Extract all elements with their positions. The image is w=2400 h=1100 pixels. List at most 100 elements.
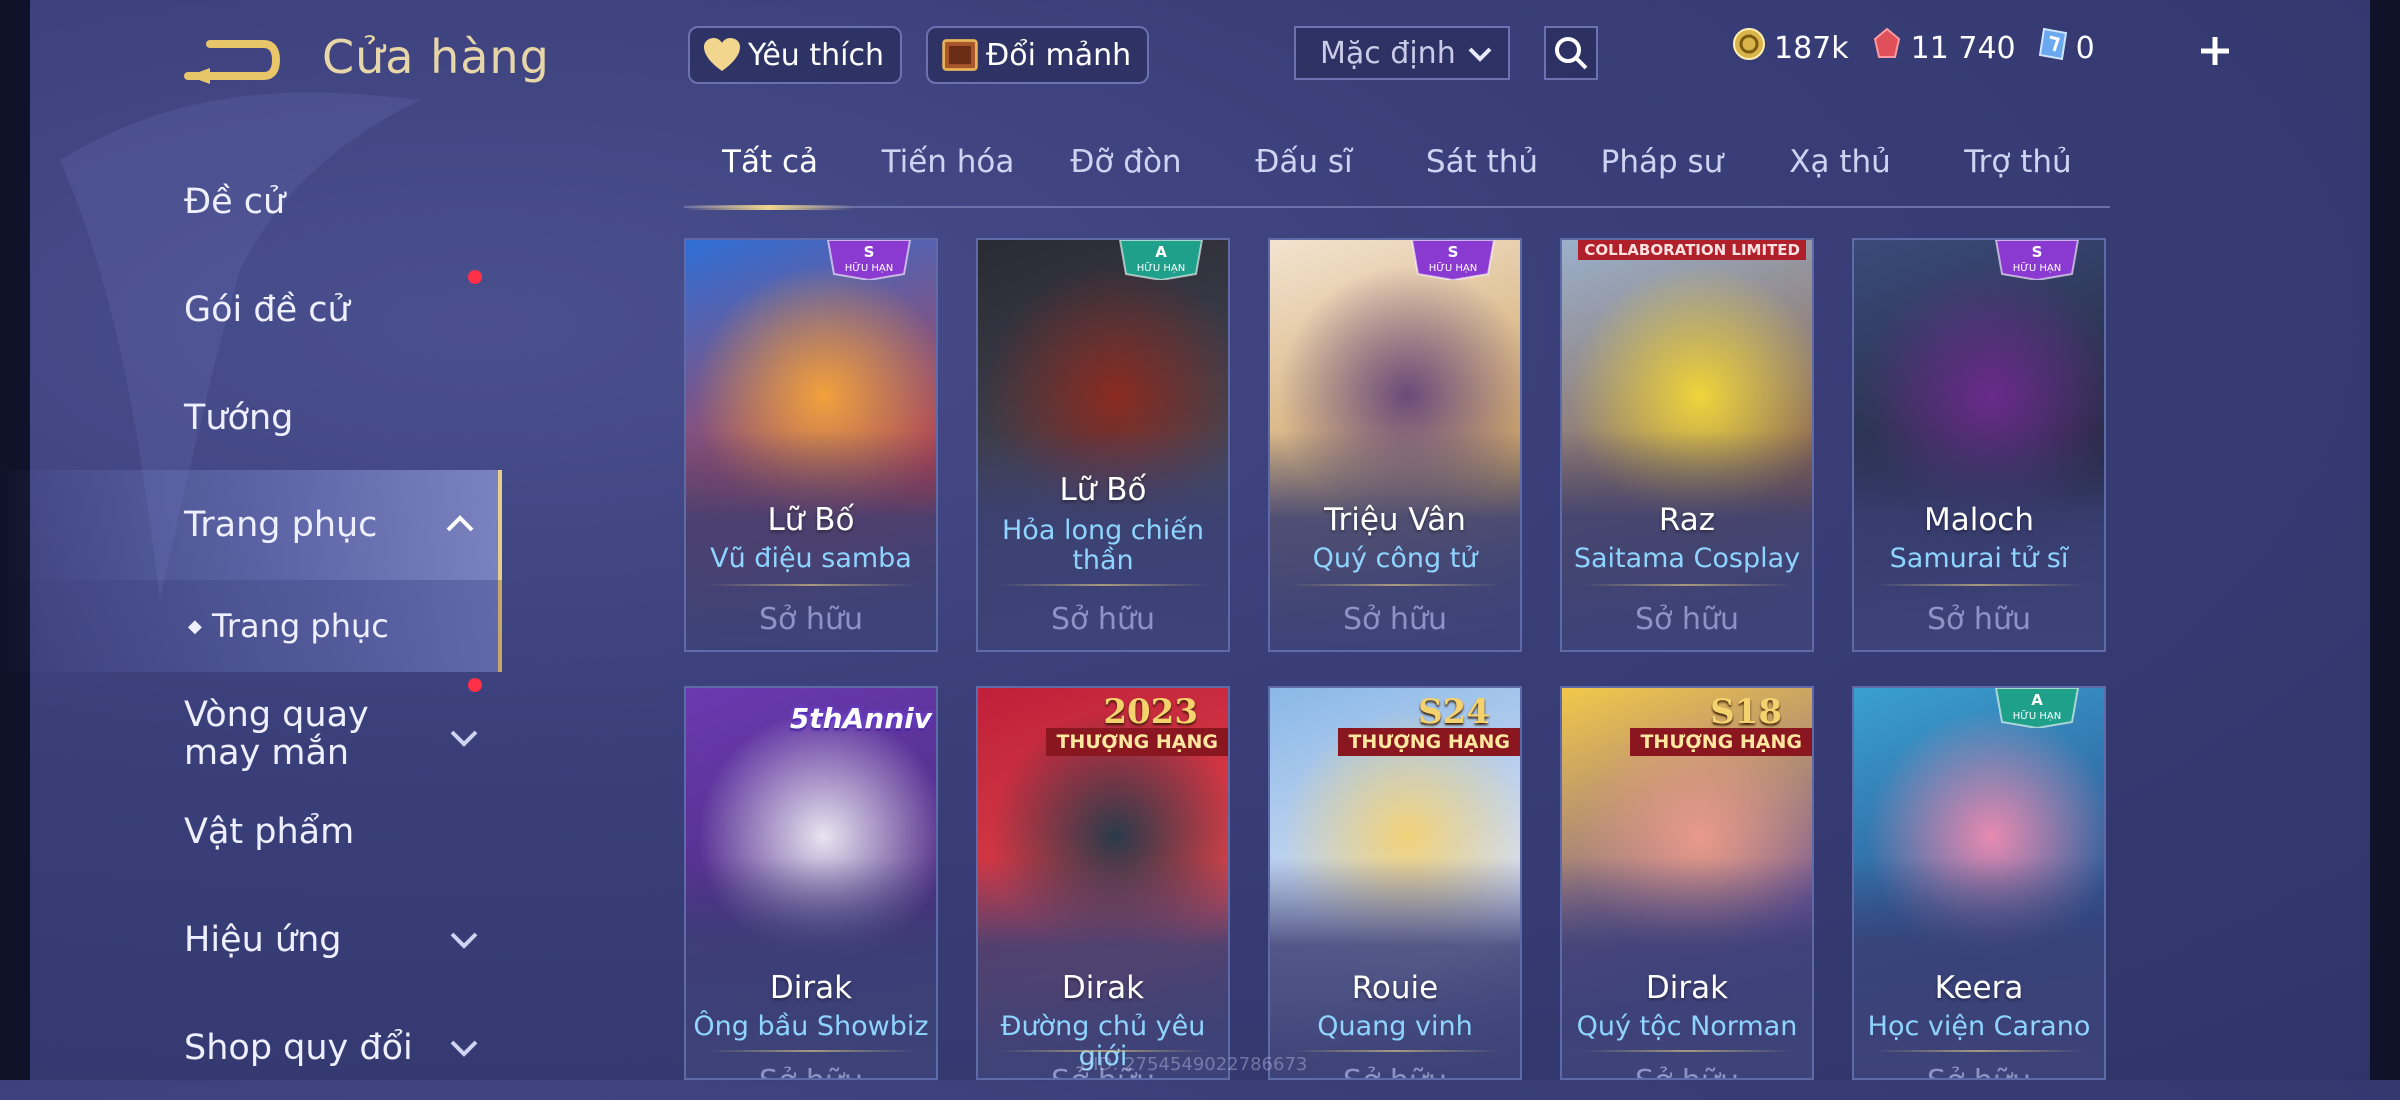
- sidebar-item-lucky-spin[interactable]: Vòng quay may mắn: [0, 674, 502, 794]
- hero-name: Dirak: [769, 970, 853, 1006]
- gold-value: 187k: [1774, 30, 1849, 66]
- page-title: Cửa hàng: [322, 30, 550, 84]
- sidebar-item-label: Vòng quay may mắn: [184, 695, 369, 773]
- tab-support[interactable]: Trợ thủ: [1964, 144, 2071, 180]
- rarity-badge-icon: AHỮU HẠN: [1118, 240, 1204, 280]
- voucher-icon: [2038, 27, 2068, 69]
- exchange-label: Đổi mảnh: [986, 37, 1132, 73]
- skin-card[interactable]: A HỮU HẠN Lữ Bố Hỏa long chiến thần Sở hữu: [976, 238, 1230, 652]
- card-divider: [1290, 584, 1500, 586]
- season-badge: S18: [1710, 692, 1782, 732]
- sidebar-item-label: Đề cử: [184, 182, 286, 222]
- heart-icon: [702, 35, 742, 75]
- rarity-badge-icon: SHỮU HẠN: [826, 240, 912, 280]
- sidebar-item-items[interactable]: Vật phẩm: [0, 780, 502, 884]
- back-button[interactable]: [180, 30, 281, 90]
- voucher-value: 0: [2075, 30, 2095, 66]
- skin-name: Samurai tử sĩ: [1889, 543, 2069, 574]
- skin-name: Quý tộc Norman: [1576, 1011, 1798, 1042]
- card-divider: [1874, 1050, 2084, 1052]
- rarity-badge-icon: SHỮU HẠN: [1410, 240, 1496, 280]
- sidebar-item-recommended[interactable]: Đề cử: [0, 150, 502, 254]
- rank-ribbon: THƯỢNG HẠNG: [1630, 728, 1812, 756]
- tab-marksman[interactable]: Xạ thủ: [1789, 144, 1891, 180]
- skin-name: Hỏa long chiến thần: [1002, 515, 1204, 576]
- sidebar-item-effects[interactable]: Hiệu ứng: [0, 888, 502, 992]
- hero-name: Rouie: [1351, 970, 1439, 1006]
- badge-rank: S: [864, 243, 875, 261]
- sidebar-item-heroes[interactable]: Tướng: [0, 366, 502, 470]
- hero-name: Raz: [1658, 502, 1716, 538]
- sidebar-item-skins[interactable]: Trang phục: [0, 470, 502, 580]
- skin-card[interactable]: S HỮU HẠN Triệu Vân Quý công tử Sở hữu: [1268, 238, 1522, 652]
- skin-card[interactable]: AHỮU HẠN Keera Học viện Carano Sở hữu: [1852, 686, 2106, 1080]
- notification-dot: [468, 678, 482, 692]
- card-gradient: [686, 858, 936, 1078]
- tab-all[interactable]: Tất cả: [722, 144, 818, 180]
- season-badge: 2023: [1103, 692, 1198, 732]
- sidebar-item-label: Vật phẩm: [184, 812, 355, 852]
- skin-name: Quý công tử: [1312, 543, 1478, 574]
- gold-coin-icon: [1732, 27, 1766, 69]
- rarity-badge-icon: AHỮU HẠN: [1994, 688, 2080, 728]
- card-divider: [1582, 584, 1792, 586]
- skin-card[interactable]: COLLABORATION LIMITED Raz Saitama Cosplay S…: [1560, 238, 1814, 652]
- badge-rank: A: [1155, 243, 1167, 261]
- hero-name: Lữ Bố: [767, 502, 855, 538]
- owned-status: Sở hữu: [1854, 1064, 2104, 1078]
- owned-status: Sở hữu: [1343, 602, 1447, 637]
- skin-name: Quang vinh: [1317, 1011, 1473, 1042]
- skin-card[interactable]: 2023THƯỢNG HẠNGDirakĐường chủ yêu giớiSở…: [976, 686, 1230, 1080]
- add-currency-button[interactable]: [2190, 26, 2240, 76]
- card-divider: [998, 584, 1208, 586]
- chevron-down-icon: [450, 730, 478, 747]
- role-filter-tabs: Tất cả Tiến hóa Đỡ đòn Đấu sĩ Sát thủ Ph…: [684, 138, 2110, 210]
- back-arrow-icon: [184, 40, 281, 84]
- owned-status: Sở hữu: [686, 1064, 936, 1078]
- notification-dot: [468, 270, 482, 284]
- badge-text: HỮU HẠN: [2013, 709, 2061, 722]
- favorites-button[interactable]: Yêu thích: [688, 26, 902, 84]
- sidebar-subitem-label: Trang phục: [212, 607, 389, 645]
- sidebar-item-label: Shop quy đổi: [184, 1028, 413, 1068]
- card-gradient: [1562, 858, 1812, 1078]
- tab-evolution[interactable]: Tiến hóa: [882, 144, 1015, 180]
- sort-dropdown[interactable]: Mặc định: [1294, 26, 1510, 80]
- ruby-value: 11 740: [1910, 30, 2016, 66]
- skin-card[interactable]: S HỮU HẠN Lữ Bố Vũ điệu samba Sở hữu: [684, 238, 938, 652]
- tab-mage[interactable]: Pháp sư: [1601, 144, 1724, 180]
- skin-card[interactable]: 5thAnniv Dirak Ông bầu Showbiz Sở hữu: [684, 686, 938, 1080]
- card-divider: [1290, 1050, 1500, 1052]
- rank-ribbon: THƯỢNG HẠNG: [1338, 728, 1520, 756]
- sidebar-item-label: Hiệu ứng: [184, 920, 342, 960]
- owned-status: Sở hữu: [759, 602, 863, 637]
- badge-text: HỮU HẠN: [1429, 261, 1477, 274]
- active-tab-underline: [684, 205, 854, 210]
- gold-currency: 187k: [1732, 27, 1849, 69]
- right-bezel: [2370, 0, 2400, 1080]
- skin-card[interactable]: S18THƯỢNG HẠNG Dirak Quý tộc Norman Sở hữu: [1560, 686, 1814, 1080]
- sidebar-item-exchange-shop[interactable]: Shop quy đổi: [0, 996, 502, 1100]
- tab-tank[interactable]: Đỡ đòn: [1070, 144, 1181, 180]
- ruby-icon: [1871, 27, 1903, 69]
- fragment-chest-icon: [940, 35, 980, 75]
- skin-name: Vũ điệu samba: [710, 543, 912, 574]
- tab-assassin[interactable]: Sát thủ: [1426, 144, 1538, 180]
- skin-card[interactable]: S HỮU HẠN Maloch Samurai tử sĩ Sở hữu: [1852, 238, 2106, 652]
- favorites-label: Yêu thích: [748, 37, 884, 73]
- owned-status: Sở hữu: [1927, 602, 2031, 637]
- badge-rank: A: [2031, 691, 2043, 709]
- sidebar-item-label: Tướng: [184, 398, 294, 438]
- sidebar-item-recommended-packs[interactable]: Gói đề cử: [0, 258, 502, 362]
- search-icon: [1555, 37, 1588, 70]
- sort-selected-value: Mặc định: [1320, 35, 1456, 71]
- owned-status: Sở hữu: [1635, 602, 1739, 637]
- currency-bar: 187k 11 740 0: [1732, 20, 2252, 76]
- badge-rank: S: [2032, 243, 2043, 261]
- skin-name: Học viện Carano: [1867, 1011, 2091, 1042]
- tab-fighter[interactable]: Đấu sĩ: [1255, 144, 1352, 180]
- sidebar-subitem-skins[interactable]: ◆ Trang phục: [0, 580, 502, 672]
- skin-card[interactable]: S24THƯỢNG HẠNG Rouie Quang vinh Sở hữu: [1268, 686, 1522, 1080]
- search-button[interactable]: [1544, 26, 1598, 80]
- exchange-fragments-button[interactable]: Đổi mảnh: [926, 26, 1150, 84]
